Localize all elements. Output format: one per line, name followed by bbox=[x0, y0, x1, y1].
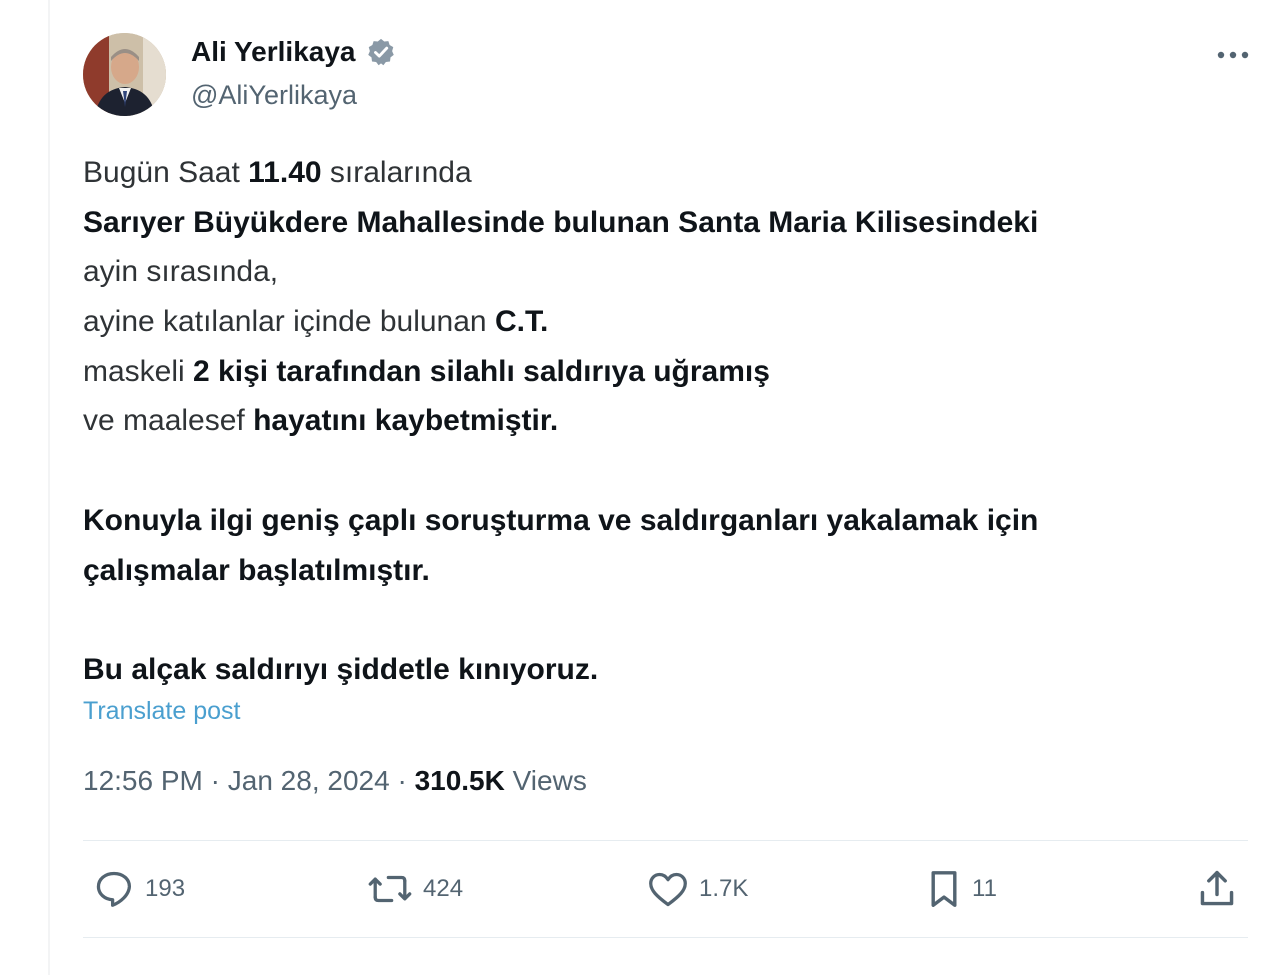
tweet-text-line: Bugün Saat 11.40 sıralarında bbox=[83, 148, 1233, 198]
bookmark-button[interactable]: 11 bbox=[926, 868, 997, 910]
bold-text: Bu alçak saldırıyı şiddetle kınıyoruz. bbox=[83, 652, 599, 686]
tweet-text-line: Bu alçak saldırıyı şiddetle kınıyoruz. bbox=[83, 645, 1233, 695]
repost-button[interactable]: 424 bbox=[367, 868, 463, 910]
tweet-card: Ali Yerlikaya @AliYerlikaya Bugün Saat 1… bbox=[83, 0, 1253, 975]
bold-text: çalışmalar başlatılmıştır. bbox=[83, 553, 430, 587]
more-options-button[interactable] bbox=[1211, 38, 1255, 72]
views-count: 310.5K bbox=[414, 765, 505, 796]
page-left-border bbox=[48, 0, 50, 975]
tweet-text-line: ve maalesef hayatını kaybetmiştir. bbox=[83, 396, 1233, 446]
post-time[interactable]: 12:56 PM bbox=[83, 765, 203, 796]
tweet-text: Bugün Saat 11.40 sıralarında Sarıyer Büyü… bbox=[83, 148, 1233, 695]
divider-top bbox=[83, 840, 1248, 841]
more-horizontal-icon bbox=[1217, 51, 1249, 59]
translate-post-link[interactable]: Translate post bbox=[83, 697, 240, 726]
bookmark-icon bbox=[931, 871, 957, 907]
avatar[interactable] bbox=[83, 33, 166, 116]
text-segment: ayin sırasında, bbox=[83, 255, 279, 289]
bold-text: C.T. bbox=[494, 305, 549, 339]
reply-bubble-icon bbox=[96, 871, 132, 907]
bold-text: hayatını kaybetmiştir. bbox=[253, 404, 559, 438]
divider-bottom bbox=[83, 937, 1248, 938]
repost-count: 424 bbox=[423, 875, 464, 902]
tweet-text-line: çalışmalar başlatılmıştır. bbox=[83, 546, 1233, 596]
text-segment: maskeli bbox=[83, 354, 194, 388]
reply-button[interactable]: 193 bbox=[93, 868, 185, 910]
author-handle[interactable]: @AliYerlikaya bbox=[191, 80, 357, 111]
views-label: Views bbox=[512, 765, 587, 796]
text-segment: sıralarında bbox=[321, 156, 472, 189]
verified-badge-icon bbox=[366, 37, 396, 67]
text-segment: Bugün Saat bbox=[83, 156, 249, 189]
tweet-text-line: ayin sırasında, bbox=[83, 247, 1233, 297]
tweet-metadata: 12:56 PM · Jan 28, 2024 · 310.5K Views bbox=[83, 765, 587, 797]
like-count: 1.7K bbox=[699, 875, 749, 902]
text-segment: ve maalesef bbox=[83, 404, 254, 438]
author-name-row[interactable]: Ali Yerlikaya bbox=[191, 36, 396, 68]
share-button[interactable] bbox=[1197, 868, 1237, 910]
share-upload-icon bbox=[1200, 870, 1234, 906]
bookmark-count: 11 bbox=[972, 875, 997, 902]
author-name[interactable]: Ali Yerlikaya bbox=[191, 36, 356, 68]
bold-text: Konuyla ilgi geniş çaplı soruşturma ve s… bbox=[83, 503, 1039, 537]
tweet-text-line: Sarıyer Büyükdere Mahallesinde bulunan S… bbox=[83, 198, 1233, 248]
heart-icon bbox=[649, 872, 687, 907]
avatar-image bbox=[83, 33, 166, 116]
meta-separator: · bbox=[397, 765, 407, 796]
reply-count: 193 bbox=[145, 875, 186, 902]
bold-text: 11.40 bbox=[248, 156, 322, 189]
post-date[interactable]: Jan 28, 2024 bbox=[228, 765, 390, 796]
bold-text: Sarıyer Büyükdere Mahallesinde bulunan S… bbox=[83, 205, 1039, 239]
bold-text: 2 kişi tarafından silahlı saldırıya uğra… bbox=[193, 354, 770, 388]
text-segment: ayine katılanlar içinde bulunan bbox=[83, 305, 495, 339]
tweet-text-line: ayine katılanlar içinde bulunan C.T. bbox=[83, 297, 1233, 347]
tweet-text-line: Konuyla ilgi geniş çaplı soruşturma ve s… bbox=[83, 496, 1233, 546]
tweet-text-line: maskeli 2 kişi tarafından silahlı saldır… bbox=[83, 347, 1233, 397]
like-button[interactable]: 1.7K bbox=[647, 868, 748, 910]
repost-icon bbox=[368, 875, 412, 903]
meta-separator: · bbox=[210, 765, 220, 796]
